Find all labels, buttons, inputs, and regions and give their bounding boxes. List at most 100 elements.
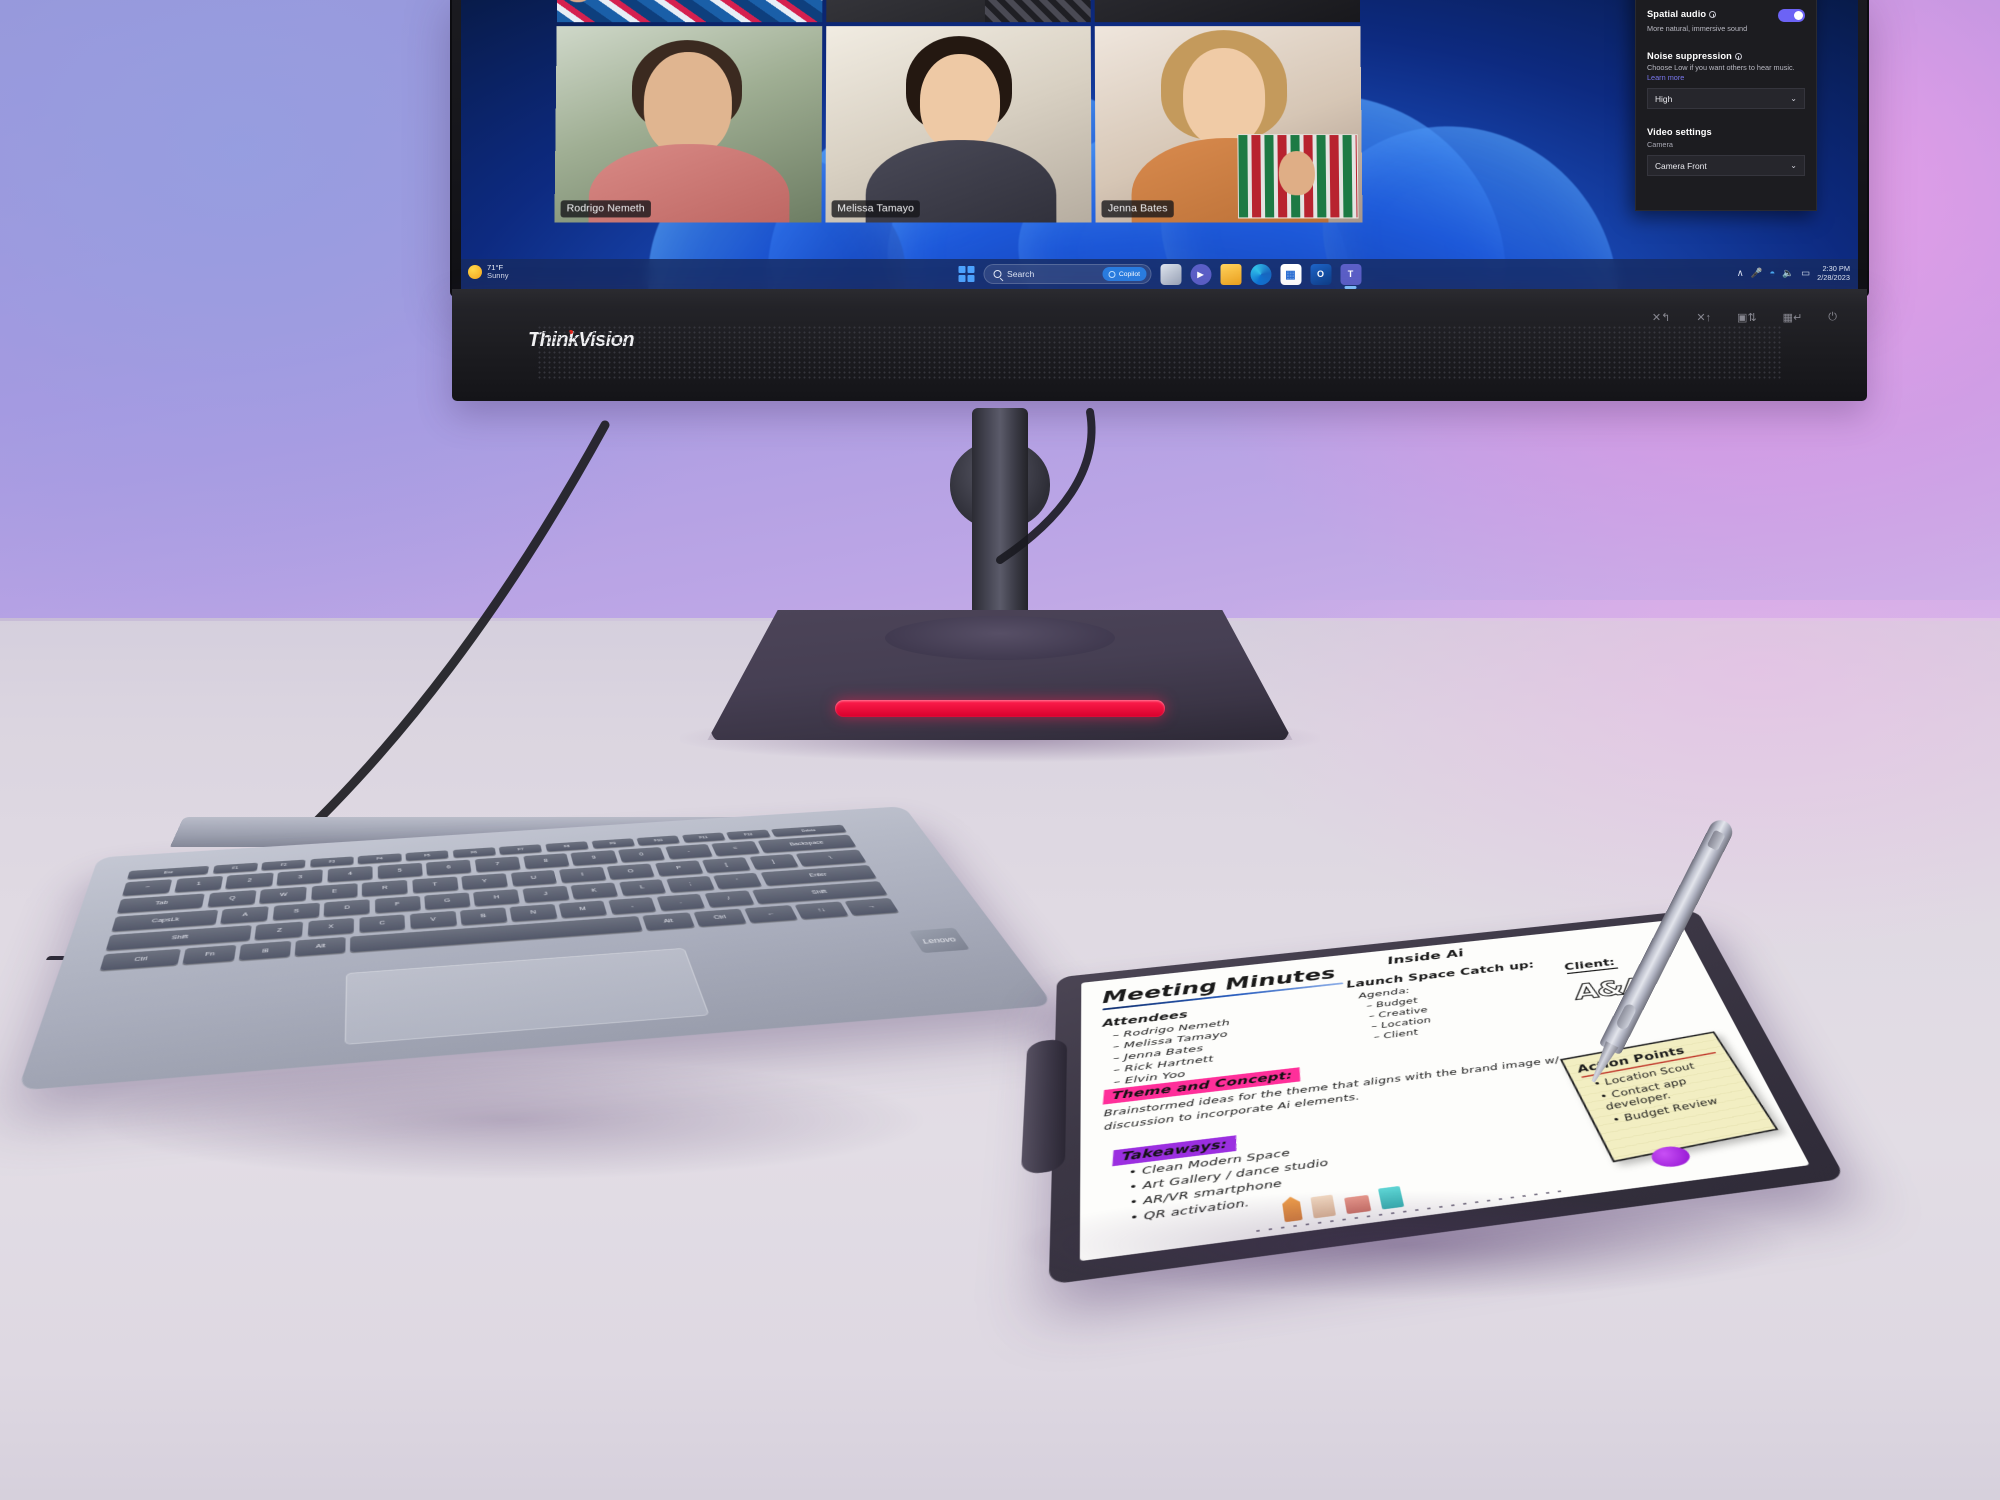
key-7[interactable]: 7 [474,856,521,873]
key-s[interactable]: S [272,902,320,921]
camera-toggle-button[interactable]: ▣⇅ [1737,311,1757,324]
key-quote[interactable]: ' [713,872,763,889]
key-tilde[interactable]: ~ [122,879,173,896]
start-button[interactable] [958,266,974,282]
display-layout-button[interactable]: ▦↵ [1783,311,1803,324]
power-button[interactable]: ⏻ [1828,311,1837,324]
key-e[interactable]: E [311,883,358,900]
key-x[interactable]: X [307,917,355,937]
key-f9[interactable]: F9 [591,838,635,849]
key-6[interactable]: 6 [426,859,472,876]
action-points-sticky-note[interactable]: Action Points • Location Scout • Contact… [1559,1031,1779,1163]
participant-tile[interactable]: Rodrigo Nemeth [554,26,822,223]
info-icon[interactable] [1709,11,1717,18]
laptop-keyboard[interactable]: Esc F1 F2 F3 F4 F5 F6 F7 F8 F9 F10 F11 F… [98,824,902,976]
key-tab[interactable]: Tab [116,893,206,914]
participant-tile[interactable]: Elvin Yoo [825,0,1092,23]
key-v[interactable]: V [409,910,457,929]
participant-tile[interactable]: Melissa Tamayo [825,26,1092,223]
key-9[interactable]: 9 [570,850,618,866]
key-n[interactable]: N [509,903,558,922]
key-w[interactable]: W [259,886,308,904]
learn-more-link[interactable]: Learn more [1647,73,1684,82]
key-bracket-right[interactable]: ] [749,854,799,870]
key-arrow-updown[interactable]: ↑↓ [794,901,849,920]
key-windows[interactable]: ⊞ [239,940,292,961]
pencil-tool-icon[interactable] [1281,1196,1302,1223]
end-call-button[interactable]: ✕↰ [1652,311,1670,324]
info-icon[interactable] [1734,53,1742,61]
key-h[interactable]: H [473,889,521,907]
key-alt-right[interactable]: Alt [642,912,695,931]
windows-taskbar[interactable]: 71°F Sunny Search Copilot ▶ ▦ O T ∧ 🎤 ◓ … [461,259,1858,289]
spatial-audio-setting[interactable]: Spatial audio More natural, immersive so… [1647,9,1805,33]
volume-icon[interactable]: 🔈 [1782,269,1794,279]
key-d[interactable]: D [323,899,370,917]
key-t[interactable]: T [411,876,459,894]
search-input[interactable]: Search Copilot [983,264,1151,284]
key-p[interactable]: P [654,860,704,877]
mute-microphone-button[interactable]: ✕↑ [1696,311,1711,324]
key-f3[interactable]: F3 [309,856,354,868]
key-minus[interactable]: - [664,843,713,860]
network-icon[interactable]: ◓ [1770,269,1776,279]
microphone-tray-icon[interactable]: 🎤 [1751,269,1763,279]
eraser-tool-icon[interactable] [1344,1194,1372,1215]
key-g[interactable]: G [424,892,471,910]
key-f12[interactable]: F12 [726,829,771,840]
key-m[interactable]: M [558,900,608,918]
highlighter-tool-icon[interactable] [1377,1185,1405,1210]
key-fn[interactable]: Fn [182,944,237,965]
chevron-up-icon[interactable]: ∧ [1737,269,1744,279]
key-comma[interactable]: , [607,897,657,915]
participant-tile[interactable]: Rick Hartnett [556,0,823,23]
key-a[interactable]: A [220,906,270,924]
key-y[interactable]: Y [461,873,508,890]
key-bracket-left[interactable]: [ [702,857,751,873]
key-l[interactable]: L [618,879,667,896]
key-k[interactable]: K [570,882,619,900]
key-f5[interactable]: F5 [405,850,449,861]
outlook-icon[interactable]: O [1310,263,1331,285]
microsoft-store-icon[interactable]: ▦ [1280,263,1301,285]
key-5[interactable]: 5 [377,862,423,879]
key-4[interactable]: 4 [327,866,373,883]
key-ctrl-left[interactable]: Ctrl [99,948,181,971]
key-2[interactable]: 2 [225,872,274,889]
key-b[interactable]: B [459,907,508,926]
key-slash[interactable]: / [704,890,754,908]
weather-widget[interactable]: 71°F Sunny [468,263,509,280]
teams-device-settings-panel[interactable]: 🎤 Spatial audio [1635,0,1817,211]
key-z[interactable]: Z [254,921,304,940]
participant-tile[interactable]: Jenna Bates [1095,26,1363,223]
key-f1[interactable]: F1 [212,862,258,874]
key-c[interactable]: C [359,914,406,933]
camera-select[interactable]: Camera Front ⌄ [1647,155,1805,177]
marker-tool-icon[interactable] [1310,1194,1337,1219]
battery-icon[interactable]: ▭ [1801,269,1810,279]
microsoft-teams-icon[interactable]: T [1340,263,1361,285]
key-1[interactable]: 1 [174,875,224,893]
key-alt-left[interactable]: Alt [295,936,346,957]
key-f2[interactable]: F2 [261,859,306,871]
key-q[interactable]: Q [207,890,257,908]
copilot-button[interactable]: Copilot [1102,267,1146,281]
key-arrow-right[interactable]: → [844,897,899,916]
key-equals[interactable]: = [711,840,760,856]
laptop-trackpad[interactable] [344,947,710,1045]
key-8[interactable]: 8 [522,853,570,869]
spatial-audio-toggle[interactable] [1778,9,1805,22]
key-arrow-left[interactable]: ← [744,905,798,923]
key-j[interactable]: J [522,885,570,903]
key-f8[interactable]: F8 [545,841,589,852]
system-tray[interactable]: ∧ 🎤 ◓ 🔈 ▭ 2:30 PM 2/28/2023 [1737,259,1850,289]
widgets-icon[interactable] [1160,263,1181,285]
key-0[interactable]: 0 [617,847,666,863]
participant-tile-empty[interactable] [1094,0,1361,23]
picture-in-picture-tile[interactable] [1237,134,1359,219]
file-explorer-icon[interactable] [1220,263,1241,285]
key-i[interactable]: I [558,866,607,883]
noise-suppression-setting[interactable]: Noise suppression Choose Low if you want… [1647,51,1805,110]
monitor-osd-controls[interactable]: ✕↰ ✕↑ ▣⇅ ▦↵ ⏻ [1652,311,1837,324]
teams-chat-icon[interactable]: ▶ [1190,263,1211,285]
